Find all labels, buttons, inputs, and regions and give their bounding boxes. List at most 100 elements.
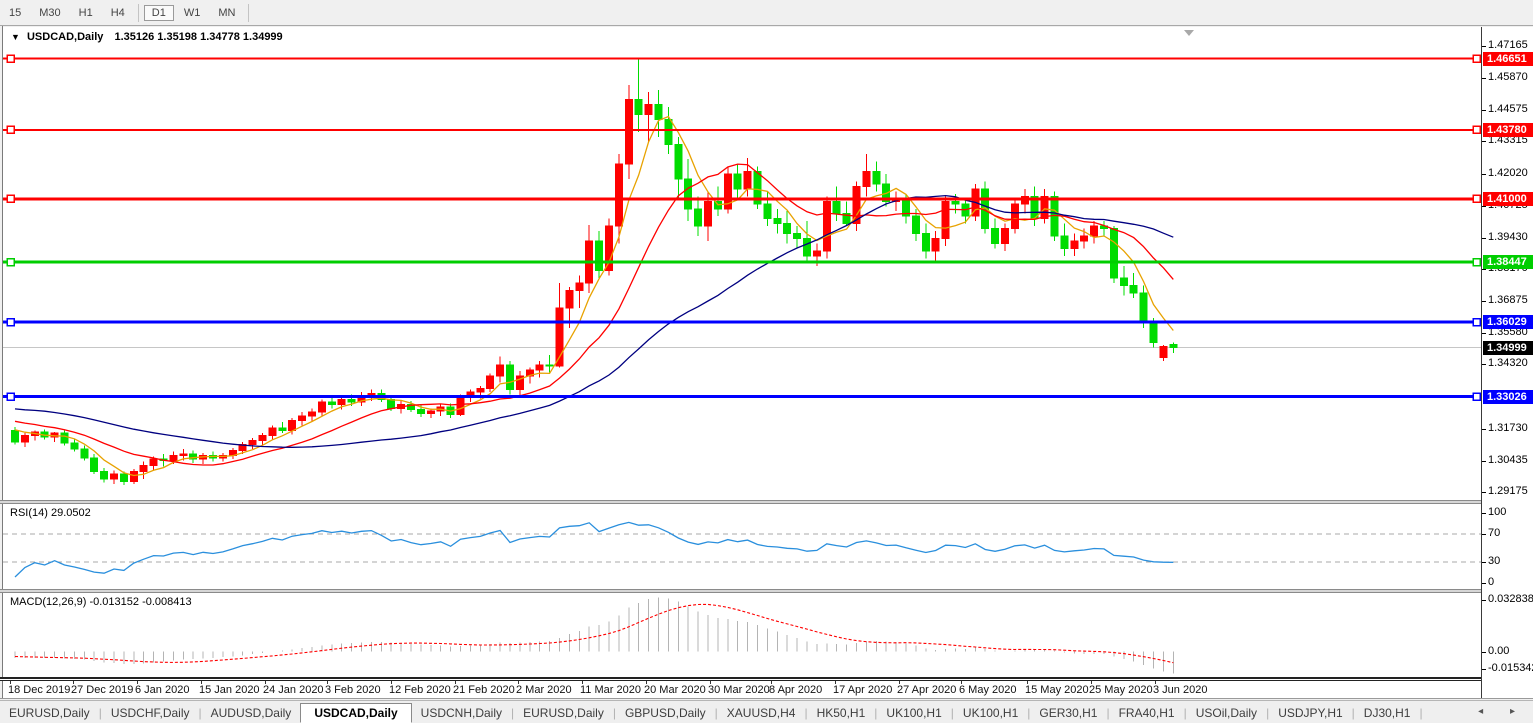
symbol-dropdown-icon[interactable]: ▼ [11,32,20,42]
chart-tab-ger30[interactable]: GER30,H1 [1030,704,1106,722]
rsi-label: 0 [1488,576,1494,588]
metatrader-window: 15M30H1H4 D1W1MN ▼ USDCAD,Daily 1.35126 1… [0,0,1533,723]
chart-tab-audusd[interactable]: AUDUSD,Daily [202,704,301,722]
candle-body [705,201,712,226]
candle-body [685,179,692,209]
rsi-canvas[interactable] [3,504,1481,589]
candle-body [1011,204,1018,229]
candle-body [536,365,543,370]
timeframe-button-15[interactable]: 15 [1,5,29,21]
tab-scroll-arrows[interactable]: ◂ ▸ [1478,706,1527,717]
macd-label: MACD(12,26,9) -0.013152 -0.008413 [10,596,192,608]
rsi-label: 30 [1488,555,1500,567]
chart-tab-uk100[interactable]: UK100,H1 [877,704,950,722]
price-pane[interactable]: ▼ USDCAD,Daily 1.35126 1.35198 1.34778 1… [3,27,1481,500]
candle-body [922,234,929,251]
price-chart-canvas[interactable] [3,27,1481,500]
date-label: 30 Mar 2020 [708,684,770,696]
rsi-tick [1482,562,1486,563]
chart-tab-usdcad-active[interactable]: USDCAD,Daily [300,703,411,723]
price-tick [1482,333,1486,334]
timeframe-button-h4[interactable]: H4 [103,5,133,21]
macd-tick [1482,669,1486,670]
macd-signal-line [15,604,1173,662]
macd-tick [1482,652,1486,653]
candle-body [1071,241,1078,248]
level-anchor[interactable] [7,126,14,133]
timeframe-button-w1[interactable]: W1 [176,5,209,21]
current-price-badge: 1.34999 [1483,341,1533,355]
toolbar-separator [138,4,139,22]
timeframe-button-h1[interactable]: H1 [71,5,101,21]
chart-tab-eurusd[interactable]: EURUSD,Daily [0,704,99,722]
chart-tab-usoil[interactable]: USOil,Daily [1187,704,1266,722]
level-anchor[interactable] [1473,195,1480,202]
macd-label: 0.00 [1488,645,1509,657]
candle-body [269,428,276,435]
macd-canvas[interactable] [3,593,1481,677]
macd-label: -0.015342 [1488,662,1533,674]
level-anchor[interactable] [1473,393,1480,400]
candle-body [734,174,741,189]
level-price-badge: 1.33026 [1483,390,1533,404]
level-anchor[interactable] [7,195,14,202]
chart-tab-usdjpy[interactable]: USDJPY,H1 [1269,704,1351,722]
chart-tab-usdcnh[interactable]: USDCNH,Daily [412,704,511,722]
candle-body [675,144,682,179]
chart-tab-uk100[interactable]: UK100,H1 [954,704,1027,722]
date-label: 8 Apr 2020 [769,684,822,696]
candle-body [289,421,296,431]
chart-tab-dj30[interactable]: DJ30,H1 [1355,704,1420,722]
chart-tab-xauusd[interactable]: XAUUSD,H4 [718,704,805,722]
chart-tab-usdchf[interactable]: USDCHF,Daily [102,704,199,722]
candle-body [1160,346,1167,357]
level-anchor[interactable] [7,319,14,326]
level-anchor[interactable] [1473,259,1480,266]
price-label: 1.39430 [1488,231,1528,243]
candle-body [932,239,939,251]
chart-tab-fra40[interactable]: FRA40,H1 [1110,704,1184,722]
chart-tab-eurusd[interactable]: EURUSD,Daily [514,704,613,722]
timeframe-button-d1[interactable]: D1 [144,5,174,21]
rsi-tick [1482,534,1486,535]
price-label: 1.34320 [1488,357,1528,369]
candle-body [1061,236,1068,248]
candle-body [497,365,504,376]
date-label: 6 Jan 2020 [135,684,189,696]
date-label: 6 May 2020 [959,684,1016,696]
candle-body [299,416,306,421]
candle-body [507,365,514,390]
medium-ma-line [15,164,1173,465]
level-anchor[interactable] [7,55,14,62]
chart-shift-marker-icon[interactable] [1184,30,1194,36]
chart-title-symbol: USDCAD,Daily [27,31,103,43]
chart-tab-gbpusd[interactable]: GBPUSD,Daily [616,704,715,722]
candle-body [546,365,553,366]
candle-body [566,291,573,308]
macd-pane[interactable]: MACD(12,26,9) -0.013152 -0.008413 [3,593,1481,677]
timeframe-button-m30[interactable]: M30 [31,5,68,21]
rsi-pane[interactable]: RSI(14) 29.0502 [3,504,1481,589]
price-label: 1.31730 [1488,422,1528,434]
level-anchor[interactable] [1473,55,1480,62]
macd-label: 0.032838 [1488,593,1533,605]
chart-tab-hk50[interactable]: HK50,H1 [808,704,875,722]
level-anchor[interactable] [7,393,14,400]
tab-separator: | [1419,706,1422,720]
price-tick [1482,78,1486,79]
date-axis[interactable]: 18 Dec 201927 Dec 20196 Jan 202015 Jan 2… [3,681,1533,698]
date-label: 25 May 2020 [1089,684,1153,696]
price-tick [1482,269,1486,270]
candle-body [665,120,672,145]
candle-body [784,224,791,234]
toolbar-separator [248,4,249,22]
level-anchor[interactable] [7,259,14,266]
candle-body [388,400,395,409]
level-anchor[interactable] [1473,319,1480,326]
price-tick [1482,46,1486,47]
price-axis[interactable]: 1.471651.458701.445751.433151.420201.407… [1481,27,1533,698]
candle-body [259,436,266,441]
candle-body [1170,344,1177,347]
level-anchor[interactable] [1473,126,1480,133]
timeframe-button-mn[interactable]: MN [210,5,243,21]
